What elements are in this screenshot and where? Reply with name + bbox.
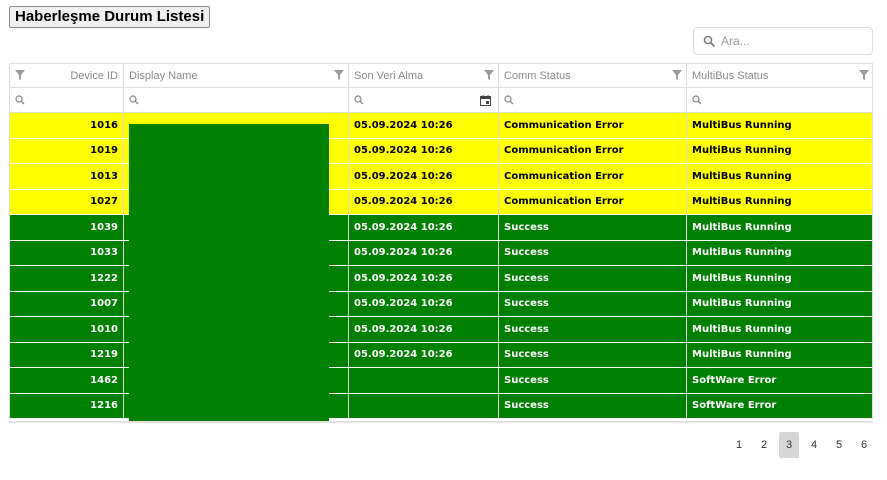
cell-comm-status: Success — [499, 240, 687, 265]
page-title-button[interactable]: Haberleşme Durum Listesi — [9, 6, 211, 28]
column-header-label: MultiBus Status — [692, 69, 769, 82]
search-icon — [692, 95, 702, 105]
search-input[interactable] — [721, 31, 861, 51]
cell-multibus-status: MultiBus Running — [692, 196, 792, 208]
cell-son-veri-alma — [349, 393, 499, 418]
cell-comm-status: Communication Error — [499, 164, 687, 189]
calendar-icon[interactable] — [480, 95, 491, 106]
page-button-1[interactable]: 1 — [729, 432, 749, 458]
cell-multibus-status: MultiBus Running — [692, 221, 792, 233]
cell-multibus-status: MultiBus Running — [692, 323, 792, 335]
cell-multibus-status: SoftWare Error — [692, 374, 777, 386]
cell-comm-status: Communication Error — [499, 113, 687, 138]
cell-comm-status: Success — [499, 342, 687, 367]
cell-son-veri-alma: 05.09.2024 10:26 — [349, 240, 499, 265]
search-box[interactable] — [693, 27, 873, 55]
cell-comm-status: Success — [499, 215, 687, 240]
cell-multibus-status: MultiBus Running — [692, 272, 792, 284]
cell-comm-status: Success — [499, 368, 687, 393]
column-header-label: Display Name — [129, 69, 198, 82]
search-icon — [354, 95, 364, 105]
search-icon — [703, 35, 715, 47]
cell-comm-status: Success — [499, 266, 687, 291]
filter-cell-display-name[interactable] — [124, 88, 349, 112]
cell-device-id: 1039 — [10, 215, 124, 240]
cell-device-id: 1222 — [10, 266, 124, 291]
page-button-6[interactable]: 6 — [854, 432, 874, 458]
cell-comm-status: Success — [499, 291, 687, 316]
cell-multibus-status: MultiBus Running — [692, 247, 792, 259]
filter-icon[interactable] — [859, 70, 869, 80]
column-header-son-veri-alma[interactable]: Son Veri Alma — [349, 64, 499, 87]
cell-device-id: 1016 — [10, 113, 124, 138]
page-button-5[interactable]: 5 — [829, 432, 849, 458]
filter-icon[interactable] — [334, 70, 344, 80]
cell-son-veri-alma: 05.09.2024 10:26 — [349, 189, 499, 214]
cell-multibus-status: MultiBus Running — [692, 298, 792, 310]
filter-row — [10, 88, 872, 113]
cell-comm-status: Success — [499, 317, 687, 342]
cell-multibus-status: MultiBus Running — [692, 145, 792, 157]
column-header-label: Device ID — [70, 69, 118, 82]
cell-son-veri-alma: 05.09.2024 10:26 — [349, 291, 499, 316]
page-button-3[interactable]: 3 — [779, 432, 799, 458]
page-root: Haberleşme Durum Listesi Device ID Displ… — [0, 0, 887, 480]
cell-device-id: 1013 — [10, 164, 124, 189]
cell-son-veri-alma: 05.09.2024 10:26 — [349, 266, 499, 291]
page-button-4[interactable]: 4 — [804, 432, 824, 458]
cell-comm-status: Communication Error — [499, 138, 687, 163]
cell-device-id: 1027 — [10, 189, 124, 214]
grid-bottom-border — [9, 421, 873, 423]
cell-son-veri-alma — [349, 368, 499, 393]
redaction-block — [129, 124, 329, 421]
cell-multibus-status: SoftWare Error — [692, 400, 777, 412]
cell-device-id: 1010 — [10, 317, 124, 342]
cell-device-id: 1219 — [10, 342, 124, 367]
column-header-multibus-status[interactable]: MultiBus Status — [687, 64, 873, 87]
cell-multibus-status: MultiBus Running — [692, 119, 792, 131]
filter-cell-multibus-status[interactable] — [687, 88, 873, 112]
cell-device-id: 1216 — [10, 393, 124, 418]
cell-comm-status: Communication Error — [499, 189, 687, 214]
column-header-label: Son Veri Alma — [354, 69, 424, 82]
cell-son-veri-alma: 05.09.2024 10:26 — [349, 113, 499, 138]
cell-son-veri-alma: 05.09.2024 10:26 — [349, 215, 499, 240]
filter-icon[interactable] — [15, 70, 25, 80]
filter-cell-device-id[interactable] — [10, 88, 124, 112]
search-icon — [504, 95, 514, 105]
filter-cell-comm-status[interactable] — [499, 88, 687, 112]
filter-icon[interactable] — [484, 70, 494, 80]
cell-comm-status: Success — [499, 393, 687, 418]
column-header-label: Comm Status — [504, 69, 571, 82]
column-header-comm-status[interactable]: Comm Status — [499, 64, 687, 87]
cell-son-veri-alma: 05.09.2024 10:26 — [349, 342, 499, 367]
search-icon — [129, 95, 139, 105]
filter-cell-son-veri-alma[interactable] — [349, 88, 499, 112]
column-header-display-name[interactable]: Display Name — [124, 64, 349, 87]
cell-son-veri-alma: 05.09.2024 10:26 — [349, 138, 499, 163]
cell-multibus-status: MultiBus Running — [692, 349, 792, 361]
column-header-device-id[interactable]: Device ID — [10, 64, 124, 87]
pagination: 1 2 3 4 5 6 — [729, 432, 874, 458]
cell-son-veri-alma: 05.09.2024 10:26 — [349, 164, 499, 189]
cell-device-id: 1019 — [10, 138, 124, 163]
cell-son-veri-alma: 05.09.2024 10:26 — [349, 317, 499, 342]
search-icon — [15, 95, 25, 105]
cell-device-id: 1462 — [10, 368, 124, 393]
filter-icon[interactable] — [672, 70, 682, 80]
cell-device-id: 1007 — [10, 291, 124, 316]
page-button-2[interactable]: 2 — [754, 432, 774, 458]
cell-multibus-status: MultiBus Running — [692, 170, 792, 182]
header-row: Device ID Display Name Son Veri Alma Com… — [10, 64, 872, 88]
cell-device-id: 1033 — [10, 240, 124, 265]
